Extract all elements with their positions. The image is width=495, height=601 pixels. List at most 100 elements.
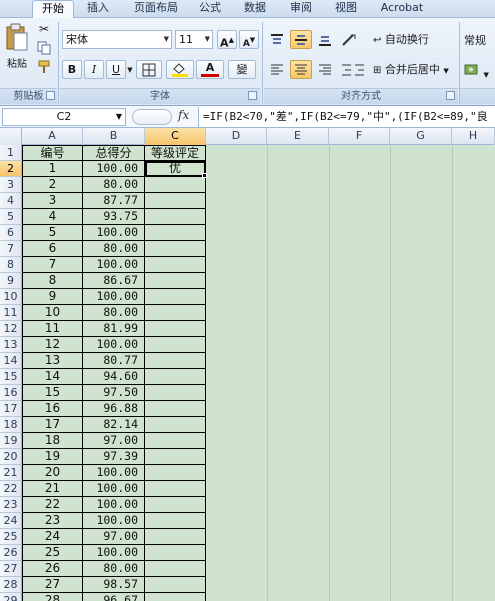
score-cell[interactable]: 100.00: [83, 545, 145, 561]
id-cell[interactable]: 11: [22, 321, 83, 337]
score-cell[interactable]: 100.00: [83, 161, 145, 177]
grade-cell[interactable]: [145, 209, 206, 225]
row-header[interactable]: 12: [0, 321, 22, 337]
grade-cell[interactable]: [145, 433, 206, 449]
align-right-button[interactable]: [314, 60, 336, 79]
grade-cell[interactable]: [145, 177, 206, 193]
row-header[interactable]: 3: [0, 177, 22, 193]
row-header[interactable]: 13: [0, 337, 22, 353]
tab-acrobat[interactable]: Acrobat: [372, 0, 432, 18]
id-cell[interactable]: 9: [22, 289, 83, 305]
row-header[interactable]: 22: [0, 481, 22, 497]
score-cell[interactable]: 100.00: [83, 481, 145, 497]
id-cell[interactable]: 10: [22, 305, 83, 321]
grade-cell[interactable]: [145, 593, 206, 601]
insert-function-icon[interactable]: fx: [178, 108, 189, 122]
tab-data[interactable]: 数据: [237, 0, 273, 18]
row-header[interactable]: 11: [0, 305, 22, 321]
grow-font-button[interactable]: A▲: [217, 30, 237, 50]
row-header[interactable]: 6: [0, 225, 22, 241]
grade-cell[interactable]: [145, 193, 206, 209]
score-cell[interactable]: 96.88: [83, 401, 145, 417]
id-cell[interactable]: 6: [22, 241, 83, 257]
score-cell[interactable]: 80.00: [83, 177, 145, 193]
grade-cell[interactable]: [145, 385, 206, 401]
align-bottom-button[interactable]: [314, 30, 336, 49]
cut-button[interactable]: ✂: [35, 21, 53, 38]
column-header-b[interactable]: B: [83, 128, 145, 145]
row-header[interactable]: 7: [0, 241, 22, 257]
id-cell[interactable]: 22: [22, 497, 83, 513]
worksheet-grid[interactable]: A B C D E F G H 1 2 3 4 5 6 7 8 9 10 11 12 13 14 15 16 1…: [0, 128, 495, 601]
score-cell[interactable]: 97.00: [83, 529, 145, 545]
score-cell[interactable]: 100.00: [83, 289, 145, 305]
id-cell[interactable]: 16: [22, 401, 83, 417]
score-cell[interactable]: 80.00: [83, 561, 145, 577]
score-cell[interactable]: 100.00: [83, 513, 145, 529]
shrink-font-button[interactable]: A▼: [239, 30, 259, 49]
score-cell[interactable]: 100.00: [83, 257, 145, 273]
row-header[interactable]: 19: [0, 433, 22, 449]
id-cell[interactable]: 3: [22, 193, 83, 209]
formula-bar-toggle[interactable]: [132, 109, 172, 125]
row-header[interactable]: 2: [0, 161, 22, 177]
score-cell[interactable]: 97.00: [83, 433, 145, 449]
id-cell[interactable]: 8: [22, 273, 83, 289]
grade-cell[interactable]: [145, 369, 206, 385]
score-cell[interactable]: 94.60: [83, 369, 145, 385]
row-header[interactable]: 27: [0, 561, 22, 577]
copy-button[interactable]: [35, 40, 53, 57]
grade-cell[interactable]: [145, 353, 206, 369]
font-launcher-icon[interactable]: [248, 91, 257, 100]
column-header-h[interactable]: H: [452, 128, 495, 145]
phonetic-button[interactable]: 變: [228, 60, 256, 79]
grade-cell[interactable]: [145, 257, 206, 273]
id-cell[interactable]: 14: [22, 369, 83, 385]
id-cell[interactable]: 28: [22, 593, 83, 601]
column-header-d[interactable]: D: [206, 128, 267, 145]
id-cell[interactable]: 7: [22, 257, 83, 273]
id-cell[interactable]: 17: [22, 417, 83, 433]
fill-color-button[interactable]: [166, 60, 194, 79]
id-cell[interactable]: 4: [22, 209, 83, 225]
column-title-cell[interactable]: 编号: [22, 145, 83, 161]
font-name-combo[interactable]: 宋体 ▼: [62, 30, 172, 49]
column-title-cell[interactable]: 总得分: [83, 145, 145, 161]
id-cell[interactable]: 1: [22, 161, 83, 177]
grade-cell[interactable]: [145, 401, 206, 417]
id-cell[interactable]: 13: [22, 353, 83, 369]
row-header[interactable]: 14: [0, 353, 22, 369]
row-header[interactable]: 15: [0, 369, 22, 385]
grade-cell[interactable]: [145, 225, 206, 241]
format-painter-button[interactable]: [35, 59, 53, 76]
grade-cell[interactable]: [145, 577, 206, 593]
align-center-button[interactable]: [290, 60, 312, 79]
id-cell[interactable]: 5: [22, 225, 83, 241]
grade-cell[interactable]: [145, 465, 206, 481]
id-cell[interactable]: 18: [22, 433, 83, 449]
bold-button[interactable]: B: [62, 60, 82, 79]
alignment-launcher-icon[interactable]: [446, 91, 455, 100]
grade-cell[interactable]: [145, 289, 206, 305]
score-cell[interactable]: 97.39: [83, 449, 145, 465]
orientation-button[interactable]: [338, 30, 362, 49]
merge-center-button[interactable]: ⊞ 合并后居中 ▼: [372, 60, 456, 79]
row-header[interactable]: 10: [0, 289, 22, 305]
underline-dropdown[interactable]: ▼: [126, 60, 134, 79]
tab-view[interactable]: 视图: [328, 0, 364, 18]
column-header-g[interactable]: G: [390, 128, 452, 145]
formula-input[interactable]: =IF(B2<70,"差",IF(B2<=79,"中",(IF(B2<=89,"…: [198, 107, 495, 127]
row-header[interactable]: 18: [0, 417, 22, 433]
id-cell[interactable]: 23: [22, 513, 83, 529]
grade-cell[interactable]: [145, 481, 206, 497]
score-cell[interactable]: 87.77: [83, 193, 145, 209]
row-header[interactable]: 23: [0, 497, 22, 513]
borders-button[interactable]: [136, 60, 162, 79]
score-cell[interactable]: 81.99: [83, 321, 145, 337]
row-header[interactable]: 29: [0, 593, 22, 601]
score-cell[interactable]: 80.00: [83, 305, 145, 321]
score-cell[interactable]: 100.00: [83, 337, 145, 353]
id-cell[interactable]: 12: [22, 337, 83, 353]
id-cell[interactable]: 27: [22, 577, 83, 593]
currency-button[interactable]: ▼: [463, 60, 495, 79]
